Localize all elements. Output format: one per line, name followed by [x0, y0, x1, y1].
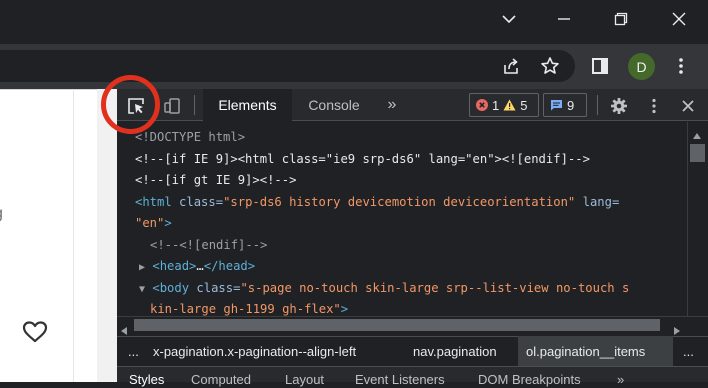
dom-node-comment[interactable]: <!--[if gt IE 9]><!-->: [135, 172, 296, 188]
scroll-left-arrow[interactable]: [120, 321, 128, 335]
device-toolbar-button[interactable]: [160, 94, 184, 118]
dom-node-head[interactable]: ▶ <head>…</head>: [139, 258, 255, 276]
arrow-left-icon: [121, 327, 127, 335]
star-icon: [541, 57, 559, 74]
restore-icon: [614, 12, 628, 26]
collapse-triangle-icon[interactable]: ▼: [139, 284, 145, 295]
close-icon: [682, 100, 694, 112]
issues-badge[interactable]: 1 5: [469, 93, 539, 117]
page-partial-text: g: [0, 205, 10, 223]
arrow-up-icon: [693, 133, 701, 139]
scroll-right-arrow[interactable]: [673, 321, 681, 335]
dom-node-comment[interactable]: <!--<![endif]-->: [150, 237, 267, 253]
arrow-right-icon: [674, 327, 680, 335]
browser-menu-button[interactable]: [667, 52, 695, 80]
gear-icon: [611, 98, 627, 114]
warning-icon: [503, 99, 516, 111]
tab-elements[interactable]: Elements: [203, 89, 292, 121]
close-devtools-button[interactable]: [676, 94, 700, 118]
profile-avatar[interactable]: D: [628, 53, 655, 80]
devtools-menu-button[interactable]: [642, 94, 666, 118]
toolbar-separator: [194, 95, 195, 115]
dom-node-comment[interactable]: <!--[if IE 9]><html class="ie9 srp-ds6" …: [135, 151, 590, 167]
breadcrumb-ellipsis-left[interactable]: ...: [120, 336, 147, 366]
vertical-scroll-thumb[interactable]: [690, 144, 705, 162]
messages-badge[interactable]: 9: [543, 93, 587, 117]
message-count: 9: [567, 97, 575, 113]
breadcrumb-pagination-wrapper[interactable]: x-pagination.x-pagination--align-left: [145, 336, 364, 366]
page-scrollbar[interactable]: [97, 89, 117, 382]
warning-count: 5: [520, 97, 528, 113]
profile-initial: D: [636, 58, 647, 75]
error-count: 1: [492, 97, 500, 113]
expand-triangle-icon[interactable]: ▶: [139, 262, 145, 273]
message-icon: [551, 100, 562, 111]
tab-dom-breakpoints[interactable]: DOM Breakpoints: [478, 372, 581, 388]
dom-node-body-cont[interactable]: kin-large gh-1199 gh-flex">: [150, 301, 348, 317]
tab-event-listeners[interactable]: Event Listeners: [355, 372, 445, 388]
share-icon: [504, 58, 518, 74]
elements-dom-tree[interactable]: <!DOCTYPE html> <!--[if IE 9]><html clas…: [117, 122, 687, 316]
breadcrumb-ellipsis-right[interactable]: ...: [675, 336, 702, 366]
tab-layout[interactable]: Layout: [285, 372, 324, 388]
dom-node-body[interactable]: ▼ <body class="s-page no-touch skin-larg…: [139, 280, 629, 298]
breadcrumb-nav-pagination[interactable]: nav.pagination: [405, 336, 505, 366]
tab-search-button[interactable]: [480, 0, 538, 38]
tab-console[interactable]: Console: [292, 89, 376, 121]
watchlist-button[interactable]: [22, 320, 48, 344]
page-divider: [73, 89, 74, 382]
error-icon: [476, 99, 488, 111]
address-bar[interactable]: [0, 50, 575, 82]
more-panes-button[interactable]: »: [617, 372, 624, 388]
horizontal-scroll-thumb[interactable]: [134, 319, 660, 331]
bookmark-button[interactable]: [536, 52, 564, 80]
devtools-settings-button[interactable]: [607, 94, 631, 118]
side-panel-button[interactable]: [586, 52, 614, 80]
tab-styles[interactable]: Styles: [129, 372, 164, 388]
kebab-menu-icon: [652, 98, 656, 114]
restore-button[interactable]: [592, 0, 650, 38]
chevron-down-icon: [502, 15, 516, 24]
web-page-content: [0, 89, 97, 382]
minimize-icon: [558, 18, 570, 20]
toolbar-separator: [597, 95, 598, 115]
dom-node-html-cont[interactable]: "en">: [135, 215, 172, 231]
side-panel-icon: [592, 58, 608, 74]
share-button[interactable]: [497, 52, 525, 80]
dom-node-doctype[interactable]: <!DOCTYPE html>: [135, 129, 245, 145]
more-tabs-button[interactable]: »: [378, 89, 406, 121]
page-top-border: [0, 89, 97, 90]
minimize-button[interactable]: [535, 0, 593, 38]
close-window-button[interactable]: [650, 0, 708, 38]
tab-computed[interactable]: Computed: [191, 372, 251, 388]
breadcrumb-ol-pagination-items[interactable]: ol.pagination__items: [518, 336, 673, 366]
scroll-up-arrow[interactable]: [692, 125, 702, 139]
highlight-circle-annotation: [101, 75, 160, 134]
dom-node-html[interactable]: <html class="srp-ds6 history devicemotio…: [135, 194, 619, 210]
device-toggle-icon: [164, 98, 180, 114]
kebab-menu-icon: [679, 58, 683, 74]
heart-outline-icon: [22, 321, 48, 343]
close-icon: [672, 12, 686, 26]
